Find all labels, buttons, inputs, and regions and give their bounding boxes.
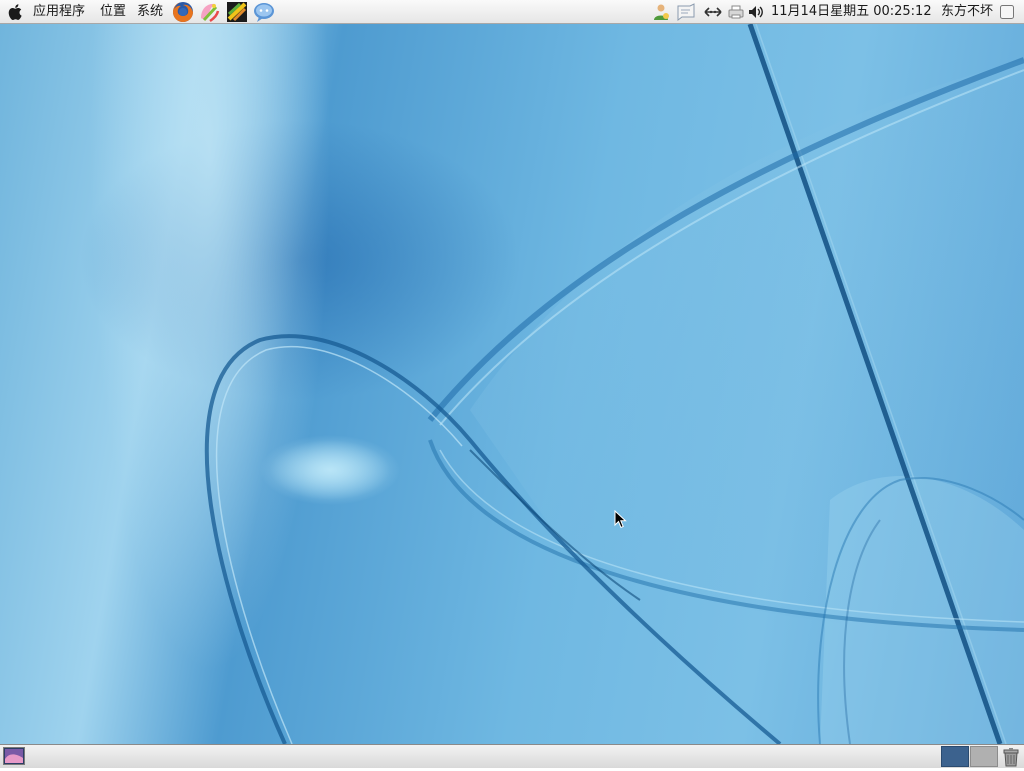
mouse-cursor xyxy=(614,510,627,529)
system-menu[interactable]: 系统 xyxy=(137,3,163,21)
trash-icon[interactable] xyxy=(1001,746,1021,767)
shutdown-icon[interactable] xyxy=(1000,5,1014,19)
bottom-panel xyxy=(0,744,1024,768)
paint-icon[interactable] xyxy=(198,1,220,23)
message-icon[interactable] xyxy=(676,3,695,21)
network-icon[interactable] xyxy=(704,3,722,21)
workspace-1-button[interactable] xyxy=(941,746,969,767)
printer-icon[interactable] xyxy=(727,3,745,21)
chat-icon[interactable] xyxy=(253,1,275,23)
applications-menu[interactable]: 应用程序 xyxy=(33,3,85,21)
user-icon[interactable] xyxy=(652,3,670,21)
places-menu[interactable]: 位置 xyxy=(100,3,126,21)
apple-menu-icon[interactable] xyxy=(6,2,26,22)
workspace-2-button[interactable] xyxy=(970,746,998,767)
wallpaper-art xyxy=(204,23,1024,746)
top-panel: 应用程序 位置 系统 11月14日星期五 00:25:12 东方不坏 xyxy=(0,0,1024,24)
desktop-background[interactable] xyxy=(0,0,1024,768)
volume-icon[interactable] xyxy=(747,3,765,21)
user-name[interactable]: 东方不坏 xyxy=(941,3,993,21)
show-desktop-icon[interactable] xyxy=(3,747,25,765)
clock[interactable]: 11月14日星期五 00:25:12 xyxy=(771,3,932,21)
firefox-icon[interactable] xyxy=(172,1,194,23)
photo-gallery-icon[interactable] xyxy=(226,1,248,23)
